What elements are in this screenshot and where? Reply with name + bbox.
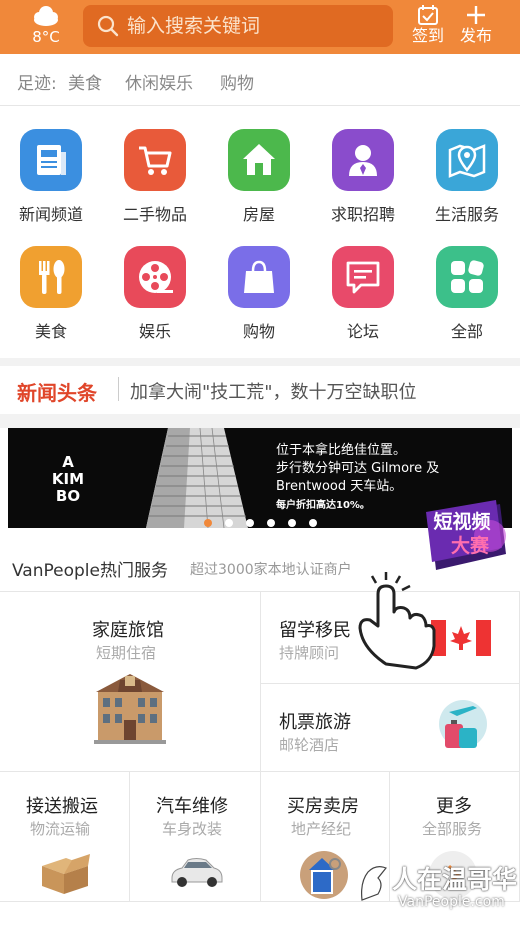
service-title: 买房卖房 bbox=[287, 796, 359, 817]
cardboard-box-icon bbox=[42, 854, 90, 894]
cloud-sun-icon bbox=[34, 6, 58, 26]
watermark-url: VanPeople.com bbox=[398, 894, 505, 910]
category-label: 娱乐 bbox=[138, 322, 171, 341]
carousel-dots bbox=[204, 512, 330, 528]
shopping-cart-icon bbox=[124, 129, 186, 191]
category-housing[interactable]: 房屋 bbox=[209, 129, 309, 225]
category-label: 购物 bbox=[242, 322, 275, 341]
pointing-hand-icon bbox=[358, 572, 436, 670]
chat-icon bbox=[332, 246, 394, 308]
promo-sticker[interactable]: 短视频 大赛 bbox=[424, 500, 510, 574]
luggage-icon bbox=[439, 700, 487, 748]
category-forum[interactable]: 论坛 bbox=[313, 246, 413, 342]
film-reel-icon bbox=[124, 246, 186, 308]
checkin-label: 签到 bbox=[411, 26, 444, 45]
service-title: 汽车维修 bbox=[156, 796, 228, 817]
service-subtitle: 邮轮酒店 bbox=[279, 736, 340, 754]
service-subtitle: 车身改装 bbox=[162, 820, 223, 838]
service-title: 接送搬运 bbox=[26, 796, 98, 817]
carousel-dot[interactable] bbox=[204, 519, 212, 527]
map-pin-icon bbox=[436, 129, 498, 191]
watermark-logo-icon bbox=[361, 866, 387, 901]
category-services[interactable]: 生活服务 bbox=[417, 129, 517, 225]
service-subtitle: 物流运输 bbox=[30, 820, 91, 838]
carousel-dot[interactable] bbox=[309, 519, 317, 527]
search-input[interactable] bbox=[127, 5, 387, 47]
category-label: 二手物品 bbox=[122, 205, 187, 224]
banner-text: 位于本拿比绝佳位置。 步行数分钟可达 Gilmore 及 Brentwood 天… bbox=[276, 443, 440, 494]
category-all[interactable]: 全部 bbox=[417, 246, 517, 342]
category-label: 美食 bbox=[34, 322, 67, 341]
news-headline[interactable]: 加拿大闹"技工荒"，数十万空缺职位 bbox=[130, 378, 417, 404]
category-jobs[interactable]: 求职招聘 bbox=[313, 129, 413, 225]
weather-widget[interactable]: 8°C bbox=[18, 4, 74, 50]
temperature-text: 8°C bbox=[32, 28, 60, 46]
house-key-icon bbox=[300, 851, 348, 899]
newspaper-icon bbox=[20, 129, 82, 191]
carousel-dot[interactable] bbox=[246, 519, 254, 527]
search-icon bbox=[97, 15, 119, 37]
banner-subtext: 每户折扣高达10%。 bbox=[276, 500, 370, 511]
carousel-dot[interactable] bbox=[288, 519, 296, 527]
hot-services-subtitle: 超过3000家本地认证商户 bbox=[190, 562, 352, 578]
fork-spoon-icon bbox=[20, 246, 82, 308]
banner-logo: A KIM BO bbox=[51, 453, 85, 505]
section-divider bbox=[0, 414, 520, 428]
service-title: 家庭旅馆 bbox=[92, 620, 164, 641]
watermark-text: 人在温哥华 bbox=[392, 865, 518, 894]
service-subtitle: 全部服务 bbox=[422, 820, 483, 838]
watermark: 人在温哥华 VanPeople.com bbox=[358, 858, 518, 924]
category-label: 房屋 bbox=[242, 205, 275, 224]
hot-services-title: VanPeople热门服务 bbox=[12, 561, 168, 581]
news-divider bbox=[118, 377, 119, 401]
footprint-item[interactable]: 美食 bbox=[68, 69, 102, 94]
svg-text:短视频: 短视频 bbox=[433, 510, 490, 533]
news-ticker[interactable]: 新闻头条 加拿大闹"技工荒"，数十万空缺职位 bbox=[0, 364, 520, 414]
publish-label: 发布 bbox=[459, 26, 492, 45]
footprint-bar: 足迹: 美食 休闲娱乐 购物 bbox=[0, 54, 520, 106]
calendar-check-icon bbox=[418, 5, 438, 25]
search-bar[interactable] bbox=[83, 5, 393, 47]
service-car-repair[interactable]: 汽车维修 车身改装 bbox=[130, 772, 261, 902]
publish-button[interactable]: 发布 bbox=[452, 4, 500, 50]
category-label: 论坛 bbox=[346, 322, 379, 341]
service-travel[interactable]: 机票旅游 邮轮酒店 bbox=[261, 684, 520, 772]
shopping-bag-icon bbox=[228, 246, 290, 308]
service-subtitle: 短期住宿 bbox=[96, 644, 157, 662]
plus-icon bbox=[467, 6, 485, 24]
footprint-label: 足迹: bbox=[17, 74, 57, 94]
category-food[interactable]: 美食 bbox=[1, 246, 101, 342]
category-label: 求职招聘 bbox=[330, 205, 395, 224]
category-news[interactable]: 新闻频道 bbox=[1, 129, 101, 225]
category-label: 生活服务 bbox=[434, 205, 499, 224]
category-secondhand[interactable]: 二手物品 bbox=[105, 129, 205, 225]
house-icon bbox=[228, 129, 290, 191]
footprint-item[interactable]: 休闲娱乐 bbox=[125, 69, 193, 94]
mansion-icon bbox=[94, 674, 166, 744]
car-icon bbox=[171, 858, 223, 887]
svg-text:大赛: 大赛 bbox=[451, 534, 490, 557]
category-label: 新闻频道 bbox=[18, 205, 83, 224]
category-label: 全部 bbox=[450, 322, 483, 341]
grid-icon bbox=[436, 246, 498, 308]
carousel-dot[interactable] bbox=[225, 519, 233, 527]
category-entertainment[interactable]: 娱乐 bbox=[105, 246, 205, 342]
service-subtitle: 地产经纪 bbox=[291, 820, 352, 838]
category-shopping[interactable]: 购物 bbox=[209, 246, 309, 342]
service-homestay[interactable]: 家庭旅馆 短期住宿 bbox=[0, 592, 261, 772]
person-icon bbox=[332, 129, 394, 191]
service-title: 留学移民 bbox=[279, 620, 351, 641]
service-moving[interactable]: 接送搬运 物流运输 bbox=[0, 772, 130, 902]
footprint-item[interactable]: 购物 bbox=[220, 69, 254, 94]
service-subtitle: 持牌顾问 bbox=[279, 644, 340, 662]
carousel-dot[interactable] bbox=[267, 519, 275, 527]
checkin-button[interactable]: 签到 bbox=[404, 4, 452, 50]
top-header: 8°C 签到 发布 bbox=[0, 0, 520, 54]
service-title: 更多 bbox=[436, 796, 472, 817]
news-title: 新闻头条 bbox=[17, 381, 97, 405]
service-title: 机票旅游 bbox=[279, 712, 351, 733]
